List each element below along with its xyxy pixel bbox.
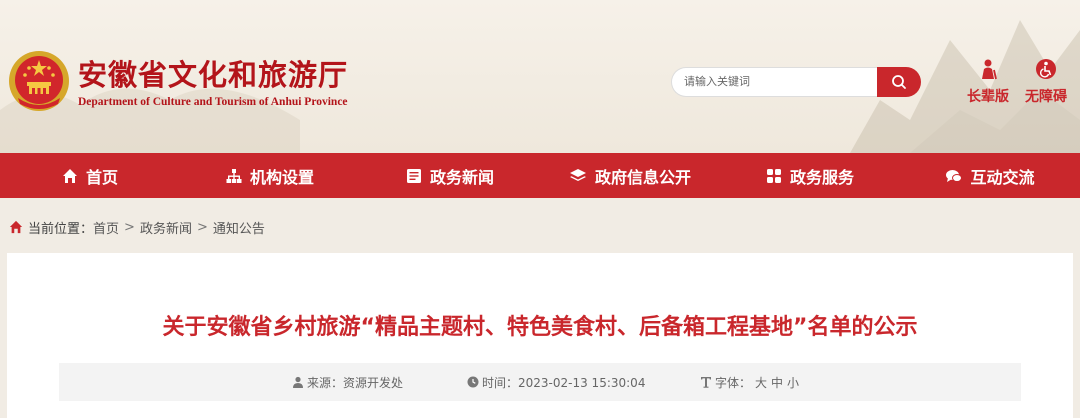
article-time-text: 时间：2023-02-13 15:30:04 [482, 375, 646, 390]
nav-item-label: 政府信息公开 [594, 167, 691, 187]
breadcrumb-separator: > [196, 219, 208, 235]
user-icon [293, 376, 303, 388]
clock-icon [467, 376, 479, 388]
nav-item-organization[interactable]: 机构设置 [180, 153, 360, 198]
font-size-medium[interactable]: 中 [771, 374, 783, 391]
wheelchair-icon [1036, 59, 1056, 79]
sitemap-icon [226, 168, 242, 183]
search-box [671, 67, 921, 97]
article-meta-bar: 来源：资源开发处 时间：2023-02-13 15:30:04 字体： 大 中 … [59, 363, 1021, 401]
font-size-small[interactable]: 小 [787, 374, 799, 391]
grid-icon [766, 168, 781, 183]
font-size-control: 字体： 大 中 小 [700, 363, 799, 401]
search-button[interactable] [877, 67, 921, 97]
nav-item-home[interactable]: 首页 [0, 153, 180, 198]
font-size-large[interactable]: 大 [755, 374, 767, 391]
site-header: 安徽省文化和旅游厅 Department of Culture and Tour… [0, 0, 1080, 153]
breadcrumb-prefix: 当前位置： [28, 221, 94, 237]
chat-icon [946, 169, 963, 182]
breadcrumb: 当前位置： 首页 > 政务新闻 > 通知公告 [9, 217, 265, 237]
nav-item-label: 政务新闻 [429, 167, 494, 187]
nav-item-news[interactable]: 政务新闻 [360, 153, 540, 198]
nav-item-label: 首页 [85, 167, 118, 187]
site-title-cn: 安徽省文化和旅游厅 [78, 58, 349, 92]
article-panel: 关于安徽省乡村旅游“精品主题村、特色美食村、后备箱工程基地”名单的公示 来源：资… [7, 253, 1073, 418]
layers-icon [569, 168, 586, 181]
nav-item-label: 互动交流 [970, 167, 1035, 187]
main-nav: 首页 机构设置 政务新闻 政府信息公开 政务服务 互动交流 [0, 153, 1080, 198]
elder-icon [982, 59, 997, 80]
breadcrumb-link-notices[interactable]: 通知公告 [213, 218, 265, 237]
home-icon [9, 220, 23, 234]
elder-mode-button[interactable]: 长辈版 [958, 58, 1018, 106]
article-title: 关于安徽省乡村旅游“精品主题村、特色美食村、后备箱工程基地”名单的公示 [162, 315, 918, 340]
nav-item-services[interactable]: 政务服务 [720, 153, 900, 198]
breadcrumb-link-home[interactable]: 首页 [93, 218, 119, 237]
national-emblem-logo [9, 51, 69, 111]
home-icon [62, 168, 77, 183]
newspaper-icon [406, 168, 421, 183]
nav-item-info-disclosure[interactable]: 政府信息公开 [540, 153, 720, 198]
elder-mode-label: 长辈版 [967, 89, 1009, 105]
nav-item-interaction[interactable]: 互动交流 [900, 153, 1080, 198]
nav-item-label: 政务服务 [789, 167, 854, 187]
article-time: 时间：2023-02-13 15:30:04 [467, 363, 645, 401]
font-size-label: 字体： [715, 375, 752, 390]
text-size-icon [701, 377, 711, 388]
article-source-text: 来源：资源开发处 [307, 375, 404, 390]
nav-item-label: 机构设置 [249, 167, 314, 187]
accessibility-label: 无障碍 [1025, 89, 1067, 105]
article-source: 来源：资源开发处 [292, 363, 403, 401]
accessibility-button[interactable]: 无障碍 [1016, 58, 1076, 106]
search-input[interactable] [671, 67, 881, 97]
breadcrumb-separator: > [124, 219, 135, 235]
site-title-en: Department of Culture and Tourism of Anh… [78, 96, 348, 108]
search-icon [892, 75, 906, 89]
breadcrumb-link-news[interactable]: 政务新闻 [140, 218, 192, 237]
